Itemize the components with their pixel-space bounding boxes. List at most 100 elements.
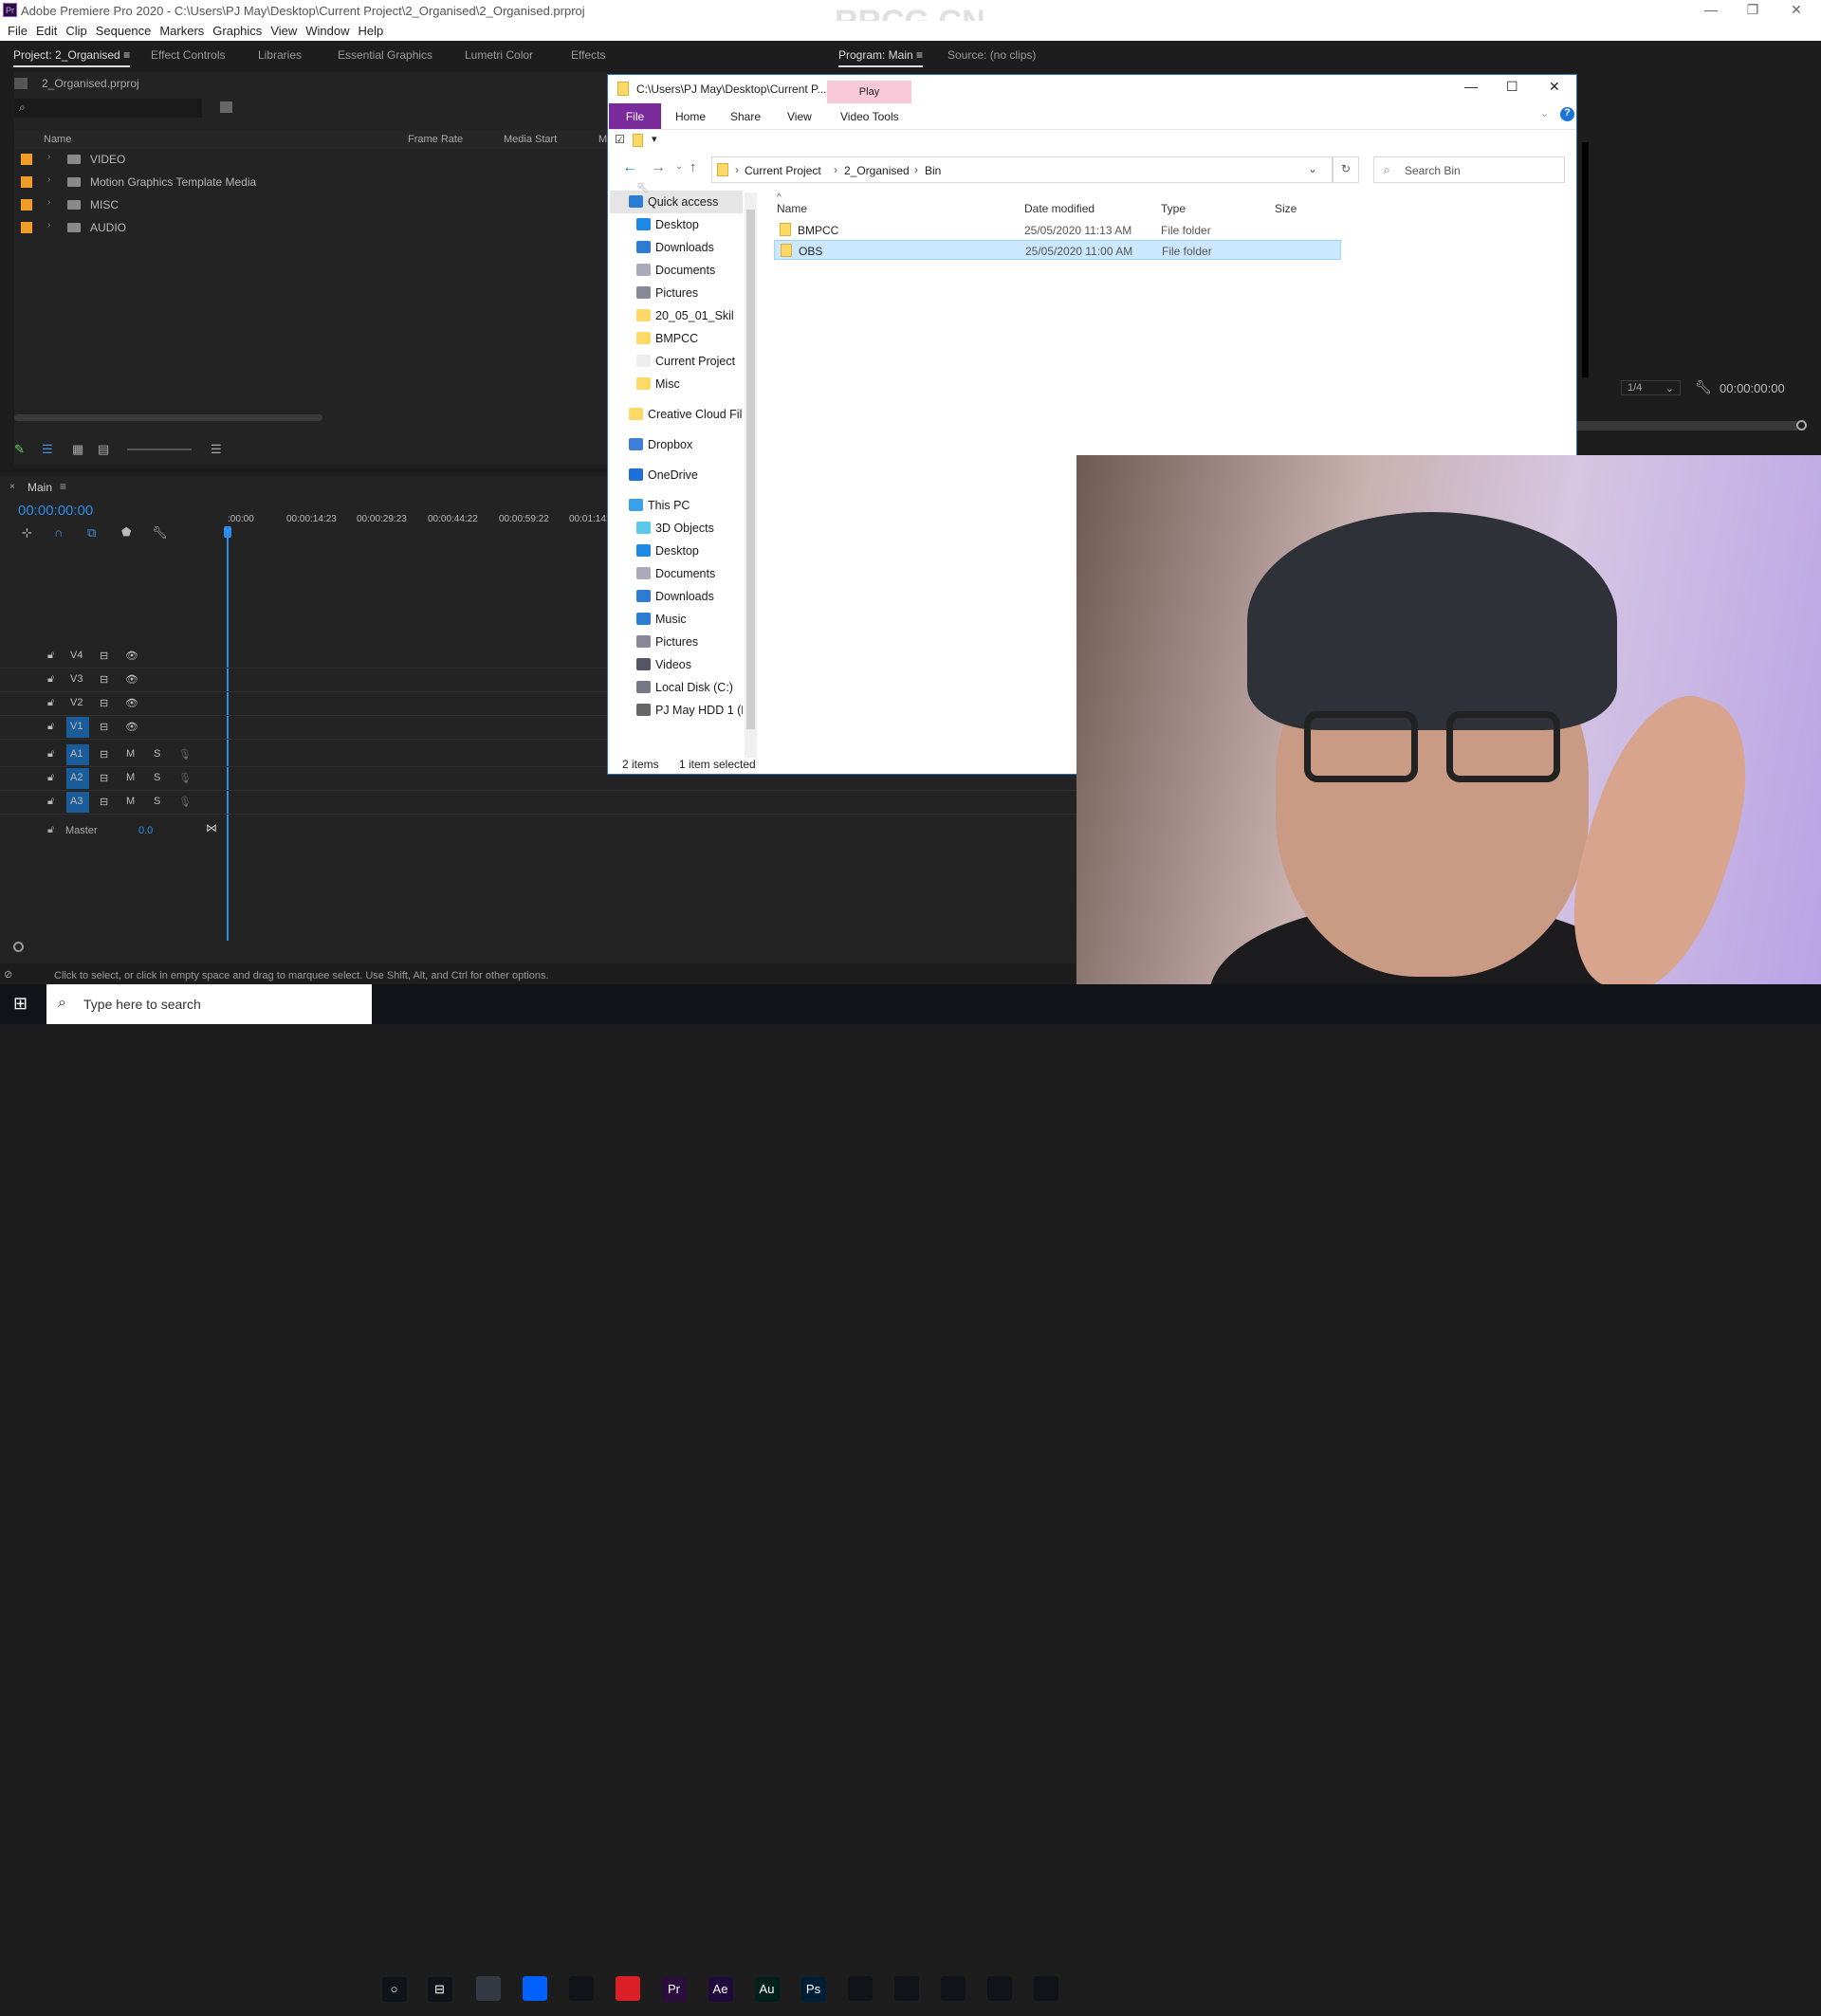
obs-icon[interactable]: [1024, 1969, 1067, 2008]
menu-graphics[interactable]: Graphics: [212, 24, 262, 38]
bin-item[interactable]: › VIDEO: [14, 148, 607, 171]
wrench-icon[interactable]: 🔧︎: [152, 525, 168, 541]
nav-item[interactable]: Videos: [610, 653, 743, 676]
col-date-modified[interactable]: Date modified: [1024, 202, 1094, 215]
nav-item[interactable]: Music: [610, 608, 743, 631]
chrome-icon[interactable]: [560, 1969, 602, 2008]
menu-edit[interactable]: Edit: [36, 24, 57, 38]
after-effects-icon[interactable]: Ae: [699, 1969, 742, 2008]
tab-essential-graphics[interactable]: Essential Graphics: [338, 48, 432, 62]
timeline-zoom-handle[interactable]: [13, 942, 24, 952]
menu-file[interactable]: File: [8, 24, 28, 38]
list-view-icon[interactable]: ☰: [42, 442, 53, 457]
menu-clip[interactable]: Clip: [65, 24, 86, 38]
refresh-button[interactable]: ↻: [1333, 156, 1359, 183]
forward-arrow-icon[interactable]: →: [651, 159, 666, 176]
nav-item[interactable]: This PC: [610, 494, 743, 517]
sync-lock-icon[interactable]: ⊟: [100, 673, 108, 686]
restore-button[interactable]: ❐: [1738, 2, 1767, 18]
lock-icon[interactable]: 🔓︎: [47, 697, 54, 709]
sync-lock-icon[interactable]: ⊟: [100, 772, 108, 784]
file-row[interactable]: BMPCC 25/05/2020 11:13 AM File folder: [774, 220, 1341, 240]
solo-button[interactable]: S: [154, 748, 160, 760]
eye-icon[interactable]: 👁︎: [125, 697, 138, 709]
audio-track[interactable]: 🔓︎ A3 ⊟ M S 🎙︎: [0, 791, 1076, 815]
snap-magnet-icon[interactable]: ∩: [54, 525, 63, 540]
breadcrumb-current-project[interactable]: Current Project: [745, 164, 821, 177]
icon-view-icon[interactable]: ▦: [72, 442, 83, 457]
nav-item[interactable]: OneDrive: [610, 464, 743, 486]
discord-icon[interactable]: [931, 1969, 974, 2008]
panel-menu-icon[interactable]: ≡: [60, 480, 66, 493]
mute-button[interactable]: M: [126, 748, 135, 760]
nav-scrollbar[interactable]: [745, 192, 757, 758]
menu-view[interactable]: View: [270, 24, 297, 38]
nav-item[interactable]: Desktop: [610, 213, 743, 236]
nav-item[interactable]: Downloads: [610, 236, 743, 259]
ribbon-tab-video-tools[interactable]: Video Tools: [840, 110, 899, 123]
program-scrub-bar[interactable]: [1577, 421, 1797, 431]
nav-item[interactable]: Dropbox: [610, 433, 743, 456]
premiere-icon[interactable]: Pr: [653, 1969, 695, 2008]
menu-markers[interactable]: Markers: [159, 24, 204, 38]
new-folder-icon[interactable]: [633, 134, 643, 147]
ribbon-tab-home[interactable]: Home: [675, 110, 706, 123]
close-button[interactable]: ✕: [1782, 2, 1811, 18]
photoshop-icon[interactable]: Ps: [792, 1969, 835, 2008]
playhead-handle[interactable]: [224, 526, 231, 538]
chevron-right-icon[interactable]: ›: [47, 152, 50, 162]
vlc-icon[interactable]: [885, 1969, 928, 2008]
menu-sequence[interactable]: Sequence: [96, 24, 152, 38]
insert-nest-icon[interactable]: ⊹: [22, 525, 32, 541]
track-target[interactable]: V3: [66, 669, 89, 690]
track-target[interactable]: V1: [66, 717, 89, 738]
find-icon[interactable]: [220, 101, 232, 113]
chevron-right-icon[interactable]: ›: [47, 174, 50, 185]
lock-icon[interactable]: 🔓︎: [47, 721, 54, 733]
up-arrow-icon[interactable]: ↑: [690, 159, 697, 175]
track-target[interactable]: A1: [66, 744, 89, 765]
close-icon[interactable]: ×: [9, 482, 15, 492]
col-type[interactable]: Type: [1161, 202, 1186, 215]
eye-icon[interactable]: 👁︎: [125, 673, 138, 686]
windows-start-icon[interactable]: ⊞: [13, 994, 28, 1014]
ribbon-tab-file[interactable]: File: [609, 103, 661, 129]
creative-cloud-icon[interactable]: [606, 1969, 649, 2008]
col-frame-rate[interactable]: Frame Rate: [408, 134, 463, 145]
col-name[interactable]: Name: [44, 134, 71, 145]
linked-selection-icon[interactable]: ⧉: [87, 525, 96, 541]
recent-locations-icon[interactable]: ⌄: [675, 161, 683, 172]
bin-item[interactable]: › MISC: [14, 193, 607, 216]
tab-effect-controls[interactable]: Effect Controls: [151, 48, 225, 62]
davinci-icon[interactable]: [838, 1969, 881, 2008]
audition-icon[interactable]: Au: [745, 1969, 788, 2008]
track-target[interactable]: V4: [66, 646, 89, 667]
tab-source-monitor[interactable]: Source: (no clips): [947, 48, 1036, 62]
nav-item[interactable]: Pictures: [610, 282, 743, 304]
add-marker-icon[interactable]: ⬟: [121, 525, 131, 539]
ribbon-tab-share[interactable]: Share: [730, 110, 761, 123]
breadcrumb-bin[interactable]: Bin: [925, 164, 941, 177]
nav-item[interactable]: Downloads: [610, 585, 743, 608]
zoom-level-dropdown[interactable]: 1/4 ⌄: [1621, 380, 1681, 395]
close-button[interactable]: ✕: [1549, 79, 1560, 95]
address-bar[interactable]: › Current Project › 2_Organised › Bin ⌄: [711, 156, 1333, 183]
nav-item[interactable]: Creative Cloud Fil: [610, 403, 743, 426]
breadcrumb-2-organised[interactable]: 2_Organised: [844, 164, 910, 177]
go-to-edit-icon[interactable]: ⋈: [206, 821, 217, 834]
microphone-icon[interactable]: 🎙︎: [178, 796, 192, 808]
solo-button[interactable]: S: [154, 772, 160, 783]
nav-item[interactable]: PJ May HDD 1 (D: [610, 699, 743, 722]
chevron-right-icon[interactable]: ›: [47, 220, 50, 230]
playhead-handle-icon[interactable]: [1796, 420, 1807, 431]
bin-item[interactable]: › Motion Graphics Template Media: [14, 171, 607, 193]
master-volume[interactable]: 0.0: [138, 825, 153, 836]
sync-lock-icon[interactable]: ⊟: [100, 697, 108, 709]
microphone-icon[interactable]: 🎙︎: [178, 748, 192, 761]
col-name[interactable]: Name: [777, 202, 807, 215]
lock-icon[interactable]: 🔓︎: [47, 824, 54, 836]
nav-item[interactable]: Local Disk (C:): [610, 676, 743, 699]
context-tab-play[interactable]: Play: [827, 81, 911, 103]
nav-item[interactable]: 3D Objects: [610, 517, 743, 540]
lock-icon[interactable]: 🔓︎: [47, 772, 54, 784]
